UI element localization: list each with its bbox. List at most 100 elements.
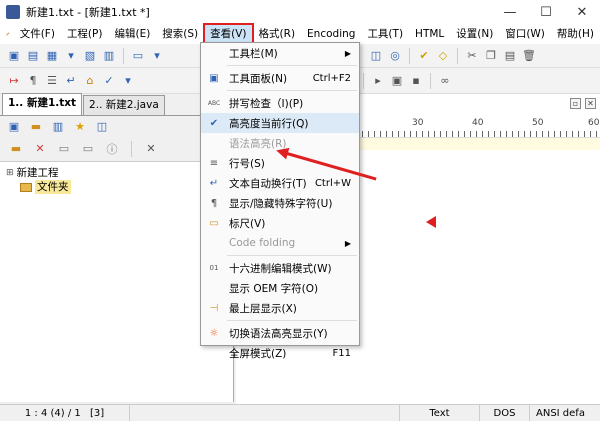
submenu-arrow-icon: ▶	[344, 48, 351, 58]
info-icon[interactable]: ⓘ	[104, 141, 120, 157]
hex-icon: 01	[209, 264, 219, 272]
status-position: 1 : 4 (4) / 1 [3]	[0, 404, 130, 421]
ruler-label-40: 40	[472, 118, 484, 128]
toolbar-separator	[131, 140, 132, 157]
status-mode: Text	[400, 404, 480, 421]
editor-close-button[interactable]: ✕	[585, 98, 596, 109]
output-icon[interactable]: ▣	[389, 73, 405, 89]
menu-project[interactable]: 工程(P)	[61, 24, 109, 44]
dropdown-arrow-icon[interactable]: ▾	[63, 48, 79, 64]
menu-format[interactable]: 格式(R)	[253, 24, 302, 44]
tree-folder-label: 文件夹	[35, 180, 71, 194]
new-file-icon[interactable]: ▣	[6, 48, 22, 64]
view-menu-ruler[interactable]: ▭ 标尺(V)	[201, 213, 359, 233]
log-icon[interactable]: ▥	[101, 48, 117, 64]
view-menu-special-chars[interactable]: ¶ 显示/隐藏特殊字符(U)	[201, 193, 359, 213]
menu-help[interactable]: 帮助(H)	[551, 24, 600, 44]
dropdown-arrow-icon[interactable]: ▾	[149, 48, 165, 64]
preview-icon[interactable]: ◫	[368, 48, 384, 64]
menu-file[interactable]: 文件(F)	[14, 24, 61, 44]
ftp-tab-icon[interactable]: ▥	[50, 118, 66, 134]
tree-root[interactable]: ⊞ 新建工程	[6, 166, 227, 180]
pilcrow-icon[interactable]: ¶	[25, 73, 41, 89]
tab-new1-txt[interactable]: 1.. 新建1.txt	[2, 93, 83, 115]
menu-settings[interactable]: 设置(N)	[450, 24, 499, 44]
ruler-label-60: 60	[588, 118, 600, 128]
menu-encoding[interactable]: Encoding	[301, 24, 361, 44]
view-menu-tool-panel[interactable]: ▣ 工具面板(N) Ctrl+F2	[201, 68, 359, 88]
tree-folder[interactable]: 文件夹	[6, 180, 227, 194]
view-menu-dropdown: 工具栏(M) ▶ ▣ 工具面板(N) Ctrl+F2 ABC 拼写检查（I)(P…	[200, 42, 360, 360]
status-encoding: ANSI defa	[536, 407, 585, 419]
line-numbers-icon[interactable]: ☰	[44, 73, 60, 89]
windows-tab-icon[interactable]: ◫	[94, 118, 110, 134]
wrap-icon[interactable]: ↵	[63, 73, 79, 89]
save-icon[interactable]: ▦	[44, 48, 60, 64]
folder-tab-icon[interactable]: ▬	[28, 118, 44, 134]
red-marker-icon	[426, 216, 436, 228]
toolbar-separator	[457, 47, 458, 64]
frame-icon[interactable]: ▭	[130, 48, 146, 64]
check-icon[interactable]: ✔	[416, 48, 432, 64]
browser-icon[interactable]: ◎	[387, 48, 403, 64]
menu-separator	[227, 65, 357, 66]
lock-icon[interactable]: ⌂	[82, 73, 98, 89]
tag-icon[interactable]: ◇	[435, 48, 451, 64]
menu-search[interactable]: 搜索(S)	[156, 24, 204, 44]
editor-restore-button[interactable]: ▫	[570, 98, 581, 109]
menu-html[interactable]: HTML	[409, 24, 450, 44]
tree-root-label: 新建工程	[16, 167, 59, 179]
menu-bar: 文件(F) 工程(P) 编辑(E) 搜索(S) 查看(V) 格式(R) Enco…	[0, 23, 600, 45]
menu-view[interactable]: 查看(V)	[203, 23, 254, 45]
project-icon: ⊞	[6, 168, 14, 178]
spell-check-icon: ABC	[207, 99, 221, 107]
menu-tools[interactable]: 工具(T)	[361, 24, 409, 44]
tools-icon[interactable]: ✕	[143, 141, 159, 157]
window-title: 新建1.txt - [新建1.txt *]	[26, 6, 150, 19]
dropdown-arrow-icon[interactable]: ▾	[120, 73, 136, 89]
rename-icon[interactable]: ▭	[80, 141, 96, 157]
open-file-icon[interactable]: ▤	[25, 48, 41, 64]
view-menu-hex-mode[interactable]: 01 十六进制编辑模式(W)	[201, 258, 359, 278]
project-panel: 1.. 新建1.txt 2.. 新建2.java ▣ ▬ ▥ ★ ◫ ▬ ✕ ▭…	[0, 93, 234, 404]
submenu-arrow-icon: ▶	[344, 238, 351, 248]
menu-edit[interactable]: 编辑(E)	[108, 24, 156, 44]
console-icon[interactable]: ▪	[408, 73, 424, 89]
ruler-label-30: 30	[412, 118, 424, 128]
remove-folder-icon[interactable]: ✕	[32, 141, 48, 157]
syntax-toggle-icon: ☼	[209, 327, 219, 339]
app-icon	[6, 5, 20, 19]
maximize-button[interactable]: ☐	[528, 0, 564, 24]
cut-icon[interactable]: ✂	[464, 48, 480, 64]
panel-tabs: ▣ ▬ ▥ ★ ◫	[0, 116, 234, 136]
project-tree: ⊞ 新建工程 文件夹	[0, 162, 234, 402]
view-menu-oem-chars[interactable]: 显示 OEM 字符(O)	[201, 278, 359, 298]
view-menu-toolbars[interactable]: 工具栏(M) ▶	[201, 43, 359, 63]
view-menu-toggle-syntax[interactable]: ☼ 切换语法高亮显示(Y)	[201, 323, 359, 343]
close-button[interactable]: ✕	[564, 0, 600, 24]
ruler-icon: ▭	[209, 217, 219, 229]
indent-icon[interactable]: ↦	[6, 73, 22, 89]
minimize-button[interactable]: —	[492, 0, 528, 24]
delete-icon[interactable]: 🗑	[521, 48, 537, 64]
wrap-icon: ↵	[209, 177, 219, 189]
view-menu-always-on-top[interactable]: ⊣ 最上层显示(X)	[201, 298, 359, 318]
menu-window[interactable]: 窗口(W)	[499, 24, 551, 44]
toolbar-separator	[363, 72, 364, 89]
print-icon[interactable]: ▧	[82, 48, 98, 64]
paste-icon[interactable]: ▤	[502, 48, 518, 64]
spell-check-icon[interactable]: ✓	[101, 73, 117, 89]
project-tab-icon[interactable]: ▣	[6, 118, 22, 134]
copy-icon[interactable]: ❐	[483, 48, 499, 64]
view-menu-code-folding[interactable]: Code folding ▶	[201, 233, 359, 253]
view-menu-spell-check[interactable]: ABC 拼写检查（I)(P)	[201, 93, 359, 113]
view-menu-highlight-line[interactable]: ✔ 高亮度当前行(Q)	[201, 113, 359, 133]
add-item-icon[interactable]: ▭	[56, 141, 72, 157]
play-icon[interactable]: ▸	[370, 73, 386, 89]
tab-new2-java[interactable]: 2.. 新建2.java	[83, 95, 165, 115]
view-menu-word-wrap[interactable]: ↵ 文本自动换行(T) Ctrl+W	[201, 173, 359, 193]
glasses-icon[interactable]: ∞	[437, 73, 453, 89]
view-menu-fullscreen[interactable]: 全屏模式(Z) F11	[201, 343, 359, 363]
favorites-star-icon[interactable]: ★	[72, 118, 88, 134]
add-folder-icon[interactable]: ▬	[8, 141, 24, 157]
